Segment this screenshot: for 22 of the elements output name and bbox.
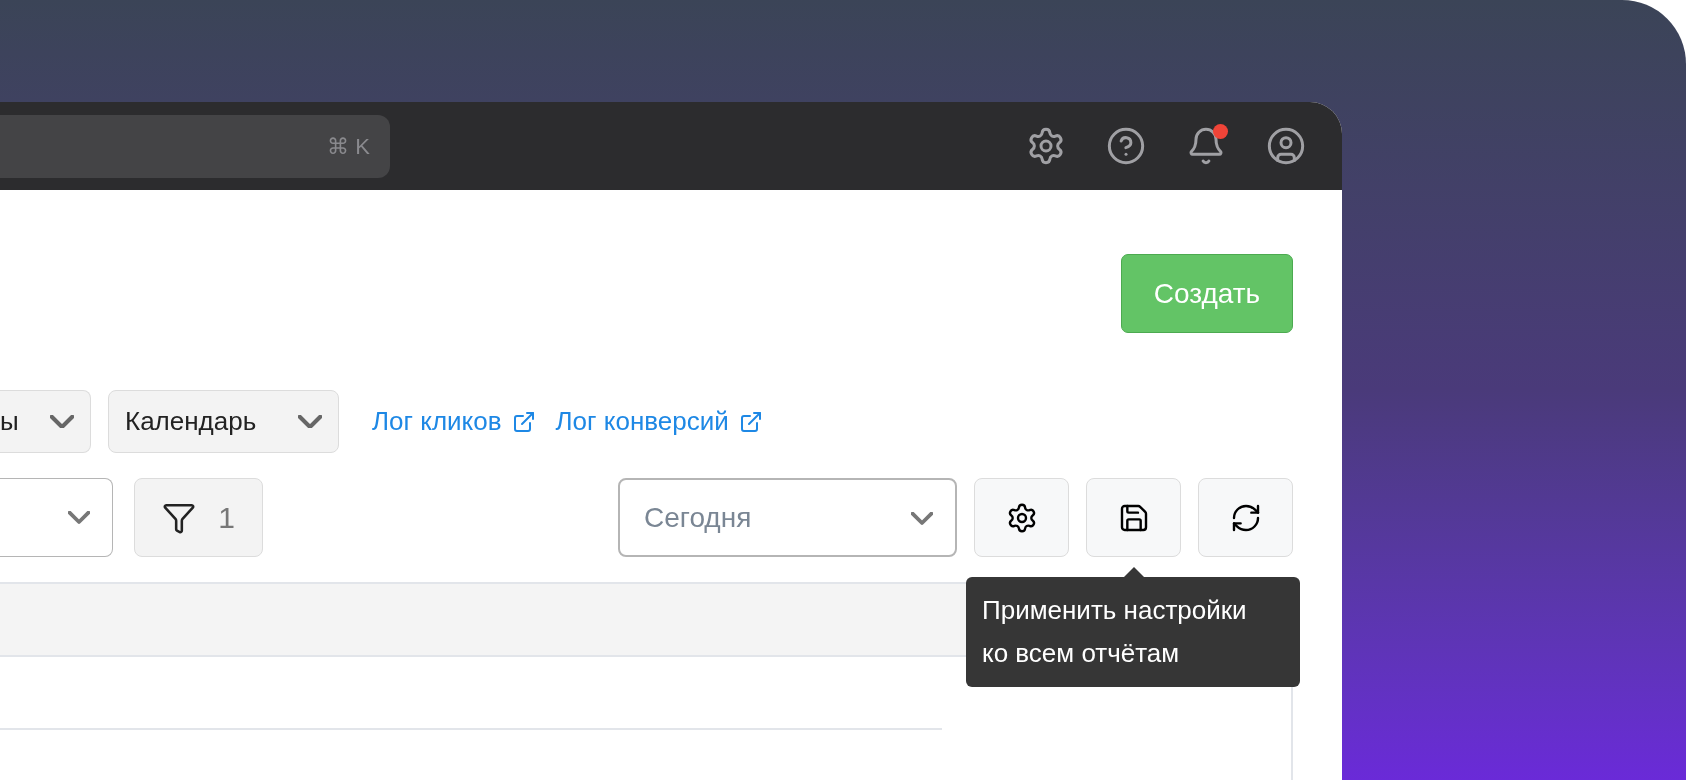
external-link-icon [511,409,536,434]
filter-button[interactable]: 1 [134,478,263,557]
search-field[interactable]: ⌘ K [0,114,390,178]
external-link[interactable]: Лог конверсий [555,402,763,441]
refresh-button[interactable] [1198,478,1293,557]
external-link[interactable]: Лог кликов [372,402,536,441]
settings-button[interactable] [974,478,1069,557]
external-link-icon [738,409,763,434]
dropdown[interactable]: ы [0,390,91,453]
user-icon[interactable] [1266,126,1306,166]
create-button[interactable]: Создать [1121,254,1293,333]
chevron-icon [911,512,933,525]
dropdown[interactable]: Календарь [108,390,339,453]
save-button[interactable] [1086,478,1181,557]
chevron-icon [50,414,74,429]
chevron-icon [298,414,322,429]
help-icon[interactable] [1106,126,1146,166]
chevron-icon [68,511,90,524]
period-select[interactable]: Сегодня [618,478,957,557]
tooltip-text: Применить настройки ко всем отчётам [982,595,1247,668]
shortcut-hint: ⌘ K [327,132,370,161]
settings-icon[interactable] [1026,126,1066,166]
